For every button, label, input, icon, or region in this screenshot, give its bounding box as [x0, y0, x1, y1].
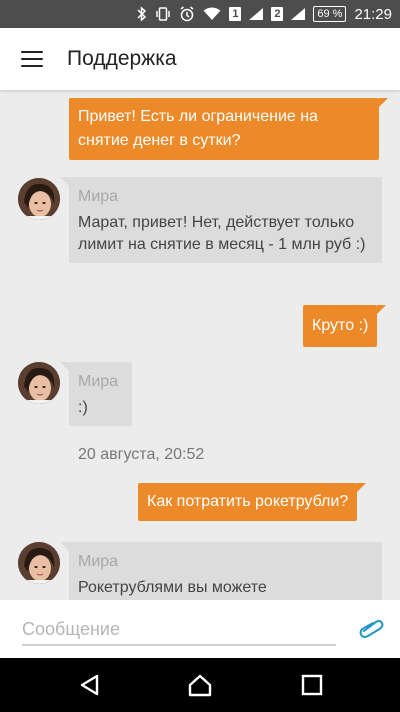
message-text: Марат, привет! Нет, действует только лим…: [78, 214, 366, 253]
battery-level: 69 %: [317, 8, 343, 20]
clock: 21:29: [354, 5, 392, 23]
sim2-badge: 2: [271, 7, 284, 21]
paperclip-icon[interactable]: [358, 618, 384, 638]
battery-icon: 69 %: [313, 6, 347, 22]
message-input[interactable]: [22, 614, 336, 646]
date-separator: 20 августа, 20:52: [78, 446, 205, 463]
outgoing-message[interactable]: Как потратить рокетрубли?: [138, 483, 367, 521]
home-icon[interactable]: [186, 671, 214, 699]
message-composer: [0, 600, 400, 658]
recents-icon[interactable]: [298, 671, 326, 699]
bluetooth-icon: [137, 6, 147, 22]
vibrate-icon: [156, 7, 171, 21]
outgoing-message[interactable]: Круто :): [303, 305, 387, 347]
sender-name: Мира: [78, 373, 119, 390]
sim1-badge: 1: [229, 7, 242, 21]
message-text: Круто :): [312, 317, 369, 334]
signal-icon: [291, 8, 306, 20]
page-title: Поддержка: [67, 47, 177, 70]
incoming-message[interactable]: Мира Марат, привет! Нет, действует тольк…: [60, 177, 382, 263]
message-text: Как потратить рокетрубли?: [147, 493, 349, 510]
sender-name: Мира: [78, 553, 119, 570]
status-icons: 1 2 69 % 21:29: [137, 0, 392, 28]
incoming-message[interactable]: Мира Рокетрублями вы можете: [60, 542, 382, 600]
avatar[interactable]: [18, 178, 60, 220]
message-text: Рокетрублями вы можете: [78, 579, 267, 596]
navigation-bar: [0, 658, 400, 712]
sender-name: Мира: [78, 188, 119, 205]
avatar[interactable]: [18, 542, 60, 584]
back-icon[interactable]: [76, 671, 104, 699]
message-text: :): [78, 399, 88, 416]
outgoing-message[interactable]: Привет! Есть ли ограничение на снятие де…: [69, 98, 388, 160]
alarm-icon: [180, 6, 194, 22]
incoming-message[interactable]: Мира :): [60, 362, 132, 426]
message-text: Привет! Есть ли ограничение на снятие де…: [78, 108, 318, 149]
avatar[interactable]: [18, 362, 60, 404]
status-bar: 1 2 69 % 21:29: [0, 0, 400, 28]
wifi-icon: [203, 7, 221, 20]
signal-icon: [249, 8, 264, 20]
message-list[interactable]: Привет! Есть ли ограничение на снятие де…: [0, 90, 400, 600]
app-bar: Поддержка: [0, 28, 400, 90]
menu-icon[interactable]: [21, 51, 43, 67]
